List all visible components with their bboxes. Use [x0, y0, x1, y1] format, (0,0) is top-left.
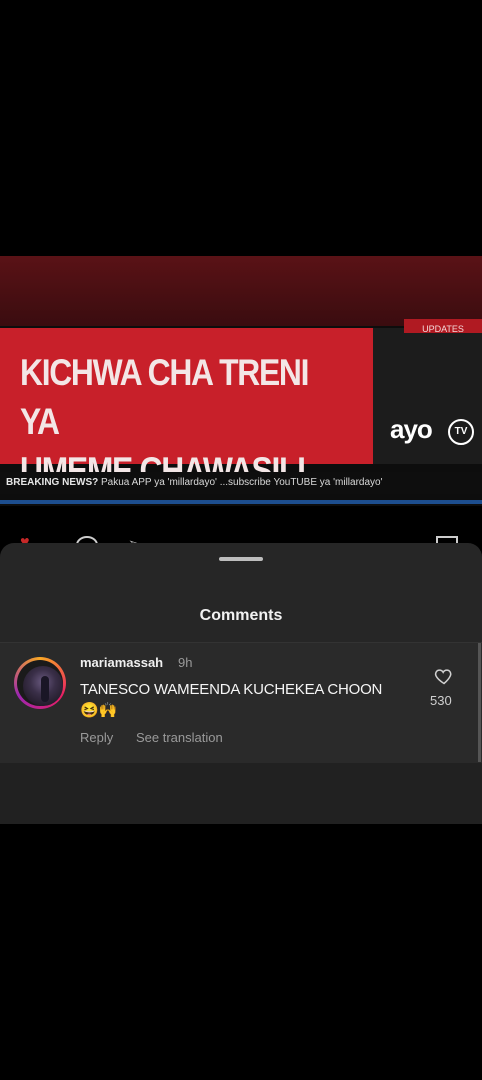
avatar[interactable] [14, 657, 66, 709]
avatar-photo [23, 666, 63, 706]
comment-item: mariamassah 9h TANESCO WAMEENDA KUCHEKEA… [0, 643, 482, 763]
logo-badge: TV [448, 419, 474, 445]
video-top-banner [0, 256, 482, 326]
sheet-footer [0, 763, 482, 824]
avatar-border [17, 660, 63, 706]
updates-tag: UPDATES [404, 319, 482, 333]
comment-username[interactable]: mariamassah [80, 655, 163, 670]
ticker-label: BREAKING NEWS? [6, 477, 99, 488]
sheet-drag-handle[interactable] [219, 557, 263, 561]
avatar-figure [41, 676, 49, 702]
comment-time: 9h [178, 655, 193, 670]
comments-sheet: Comments mariamassah 9h TANESCO WAMEENDA… [0, 543, 482, 824]
comment-emoji: 😆🙌 [80, 702, 118, 719]
scrollbar[interactable] [478, 643, 481, 762]
ticker-text: Pakua APP ya 'millardayo' ...subscribe Y… [101, 477, 383, 488]
sheet-title: Comments [199, 607, 283, 624]
video-frame[interactable]: KICHWA CHA TRENI YA UMEME CHAWASILI TZ U… [0, 256, 482, 506]
comment-text: TANESCO WAMEENDA KUCHEKEA CHOON [80, 681, 383, 698]
news-ticker: BREAKING NEWS? Pakua APP ya 'millardayo'… [0, 472, 482, 494]
logo-text: ayo [390, 414, 433, 444]
heart-icon[interactable] [434, 666, 454, 686]
headline-box: KICHWA CHA TRENI YA UMEME CHAWASILI TZ [0, 328, 373, 506]
reply-button[interactable]: Reply [80, 730, 113, 745]
ticker-underline [0, 500, 482, 504]
ayo-tv-logo: ayo TV [386, 414, 478, 448]
like-count: 530 [430, 693, 452, 708]
see-translation-button[interactable]: See translation [136, 730, 223, 745]
